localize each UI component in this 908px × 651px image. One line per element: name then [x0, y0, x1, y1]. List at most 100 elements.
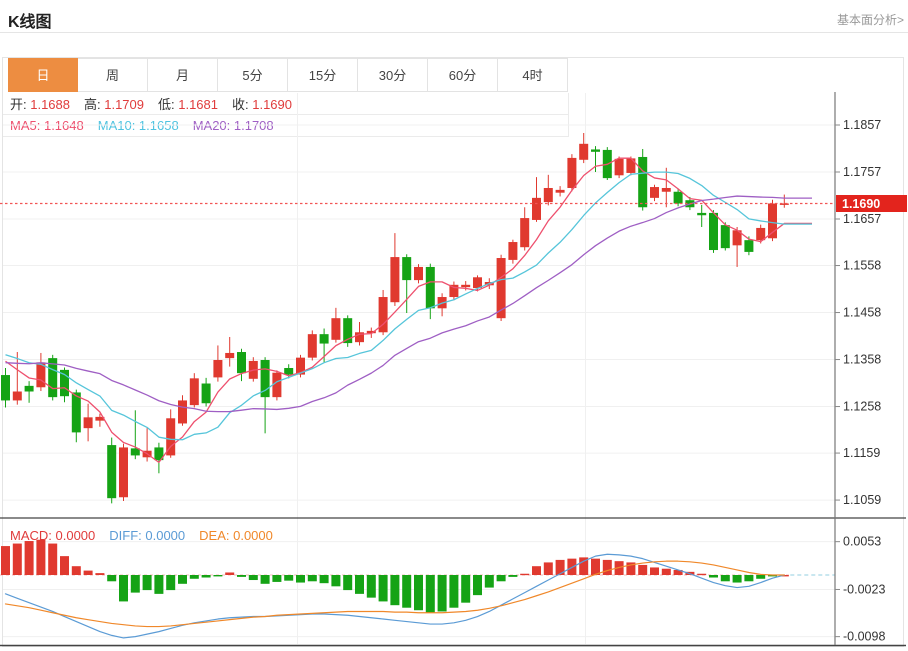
candle-body: [190, 378, 199, 405]
candle-body: [709, 213, 718, 250]
macd-bar: [744, 575, 753, 581]
macd-bar: [638, 565, 647, 575]
macd-bar: [261, 575, 270, 584]
macd-bar: [473, 575, 482, 595]
candle-body: [284, 368, 293, 375]
macd-bar: [449, 575, 458, 608]
candle-body: [697, 213, 706, 215]
macd-bar: [497, 575, 506, 581]
macd-bar: [72, 566, 81, 575]
candle-body: [426, 267, 435, 308]
candle-body: [202, 384, 211, 404]
macd-bar: [237, 575, 246, 577]
candle-body: [756, 228, 765, 240]
macd-bar: [272, 575, 281, 582]
price-axis-label: 1.1757: [843, 165, 881, 179]
ma10-line: [6, 172, 813, 440]
candle-body: [308, 334, 317, 358]
macd-bar: [438, 575, 447, 611]
macd-bar: [225, 572, 234, 575]
macd-bar: [154, 575, 163, 594]
candle-body: [237, 352, 246, 373]
candle-body: [414, 267, 423, 280]
macd-bar: [213, 575, 222, 576]
macd-bar: [48, 544, 57, 575]
candle-body: [25, 386, 34, 392]
macd-bar: [426, 575, 435, 613]
price-axis-label: 1.1159: [843, 446, 880, 460]
candle-body: [638, 157, 647, 207]
macd-bar: [84, 571, 93, 575]
kline-widget: K线图 基本面分析> 日周月5分15分30分60分4时 开: 1.1688高: …: [0, 0, 908, 651]
candle-body: [213, 360, 222, 377]
macd-bar: [520, 574, 529, 575]
macd-axis-label: -0.0023: [843, 582, 885, 596]
macd-bar: [379, 575, 388, 601]
candle-body: [662, 188, 671, 192]
candle-body: [320, 334, 329, 343]
price-axis-label: 1.1258: [843, 400, 881, 414]
candle-body: [178, 400, 187, 423]
macd-bar: [662, 569, 671, 575]
price-axis-label: 1.1657: [843, 212, 881, 226]
candle-body: [544, 188, 553, 202]
price-axis-label: 1.1358: [843, 353, 881, 367]
candle-body: [1, 375, 10, 400]
macd-bar: [95, 573, 104, 575]
candle-body: [556, 190, 565, 193]
candle-body: [225, 353, 234, 358]
macd-bar: [591, 559, 600, 575]
macd-bar: [25, 541, 34, 575]
macd-bar: [190, 575, 199, 579]
candle-body: [591, 149, 600, 151]
macd-bar: [1, 546, 10, 575]
macd-bar: [107, 575, 116, 581]
candle-body: [626, 158, 635, 173]
candle-body: [532, 198, 541, 220]
macd-bar: [367, 575, 376, 598]
macd-bar: [296, 575, 305, 583]
macd-bar: [733, 575, 742, 583]
macd-bar: [461, 575, 470, 603]
candle-body: [390, 257, 399, 302]
macd-bar: [343, 575, 352, 590]
candle-body: [119, 447, 128, 497]
macd-bar: [414, 575, 423, 610]
candle-body: [402, 257, 411, 280]
price-axis-label: 1.1558: [843, 259, 881, 273]
price-axis-label: 1.1059: [843, 493, 881, 507]
candle-body: [272, 373, 281, 397]
macd-bar: [13, 544, 22, 575]
macd-bar: [249, 575, 258, 580]
macd-axis-label: -0.0098: [843, 630, 885, 644]
macd-bar: [36, 540, 45, 575]
macd-bar: [756, 575, 765, 579]
candle-body: [508, 242, 517, 260]
macd-bar: [178, 575, 187, 584]
candle-body: [674, 192, 683, 204]
macd-bar: [603, 560, 612, 575]
macd-axis-label: 0.0053: [843, 535, 881, 549]
candle-body: [107, 445, 116, 498]
macd-bar: [119, 575, 128, 601]
ma20-line: [6, 196, 813, 412]
macd-bar: [532, 566, 541, 575]
macd-bar: [166, 575, 175, 590]
macd-bar: [202, 575, 211, 578]
candle-body: [84, 417, 93, 428]
macd-bar: [485, 575, 494, 588]
candle-body: [744, 240, 753, 252]
candle-body: [615, 159, 624, 175]
macd-bar: [60, 556, 69, 575]
macd-bar: [390, 575, 399, 605]
candle-body: [650, 187, 659, 198]
macd-bar: [320, 575, 329, 583]
macd-bar: [402, 575, 411, 608]
macd-bar: [650, 567, 659, 575]
candle-body: [13, 392, 22, 401]
macd-bar: [308, 575, 317, 581]
candlestick-chart-area[interactable]: 1.18571.17571.16571.15581.14581.13581.12…: [0, 0, 908, 651]
candle-body: [721, 225, 730, 248]
candle-body: [567, 158, 576, 188]
macd-bar: [331, 575, 340, 586]
